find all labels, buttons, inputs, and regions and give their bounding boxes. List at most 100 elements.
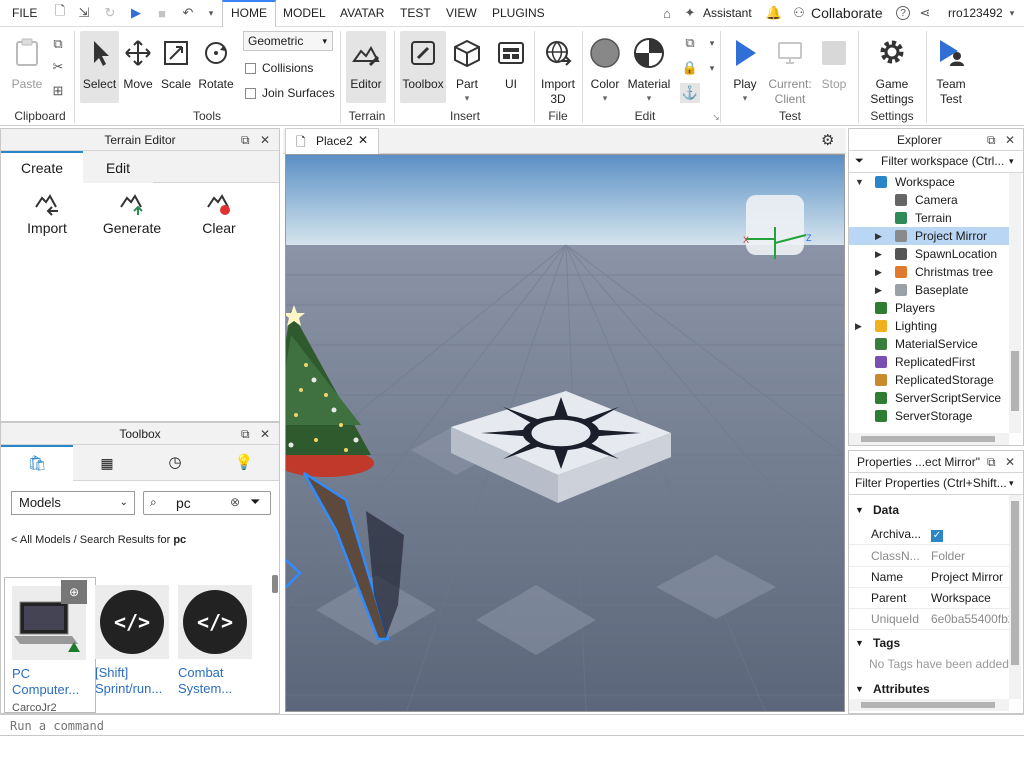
quick-access-dropdown-icon[interactable]: ▾: [203, 5, 219, 21]
cut-icon[interactable]: ✂: [50, 59, 66, 75]
anchor-icon[interactable]: ⚓: [680, 83, 700, 103]
property-archivable[interactable]: Archiva... ✓: [849, 524, 1009, 545]
import-3d-button[interactable]: Import 3D: [538, 31, 578, 106]
paste-button[interactable]: Paste: [8, 31, 46, 103]
breadcrumb[interactable]: < All Models / Search Results for pc: [11, 534, 186, 546]
scale-tool-button[interactable]: Scale: [158, 31, 194, 103]
username-label[interactable]: rro123492: [948, 0, 1003, 27]
tab-place2[interactable]: 🗋 Place2 ✕: [285, 128, 379, 154]
stop-button[interactable]: Stop: [816, 31, 852, 103]
rotate-tool-button[interactable]: Rotate: [197, 31, 235, 103]
command-input[interactable]: [10, 717, 1010, 734]
explorer-item[interactable]: ▶ Project Mirror: [849, 227, 1011, 245]
close-icon[interactable]: ✕: [1005, 455, 1015, 469]
team-test-button[interactable]: Team Test: [930, 31, 972, 106]
tab-view[interactable]: VIEW: [446, 0, 477, 27]
zoom-in-icon[interactable]: ⊕: [61, 580, 87, 604]
select-tool-button[interactable]: Select: [80, 31, 119, 103]
terrain-clear-button[interactable]: Clear: [191, 189, 247, 245]
section-data[interactable]: ▼ Data: [849, 499, 1009, 521]
share-icon[interactable]: ⋖: [917, 5, 933, 21]
chevron-down-icon[interactable]: ▾: [704, 60, 720, 76]
explorer-scrollbar[interactable]: [1009, 173, 1021, 433]
property-name[interactable]: Name Project Mirror: [849, 567, 1009, 588]
open-file-icon[interactable]: ⇲: [76, 5, 92, 21]
assistant-button[interactable]: Assistant: [703, 0, 752, 27]
properties-h-scrollbar[interactable]: [849, 699, 1009, 711]
collisions-toggle[interactable]: Collisions: [245, 61, 313, 75]
help-icon[interactable]: ?: [896, 6, 910, 20]
explorer-item[interactable]: ▶ Lighting: [849, 317, 1011, 335]
explorer-item[interactable]: Terrain: [849, 209, 1011, 227]
tab-model[interactable]: MODEL: [283, 0, 326, 27]
play-button[interactable]: Play ▾: [726, 31, 764, 103]
file-menu[interactable]: FILE: [12, 0, 37, 27]
tab-plugins[interactable]: PLUGINS: [492, 0, 545, 27]
expand-group-icon[interactable]: ↘: [708, 109, 724, 125]
explorer-item[interactable]: ServerStorage: [849, 407, 1011, 425]
duplicate-icon[interactable]: ⊞: [50, 83, 66, 99]
join-surfaces-checkbox[interactable]: [245, 87, 256, 99]
tab-create[interactable]: Create: [1, 151, 83, 183]
game-settings-button[interactable]: Game Settings: [864, 31, 920, 106]
explorer-item[interactable]: MaterialService: [849, 335, 1011, 353]
close-icon[interactable]: ✕: [1005, 133, 1015, 147]
stop-icon[interactable]: ■: [154, 5, 170, 21]
explorer-item[interactable]: ▶ Christmas tree: [849, 263, 1011, 281]
section-tags[interactable]: ▼ Tags: [849, 632, 1009, 654]
account-dropdown-icon[interactable]: ▾: [1004, 5, 1020, 21]
clear-search-icon[interactable]: ⊗: [230, 495, 240, 509]
expand-arrow-icon[interactable]: ▶: [855, 317, 862, 335]
lock-icon[interactable]: 🔒: [682, 60, 698, 76]
recent-tab[interactable]: ◷: [141, 445, 209, 481]
new-file-icon[interactable]: 🗋: [52, 3, 68, 21]
expand-arrow-icon[interactable]: ▶: [875, 281, 882, 299]
color-button[interactable]: Color ▾: [586, 31, 624, 103]
property-classname[interactable]: ClassN... Folder: [849, 546, 1009, 567]
terrain-editor-button[interactable]: Editor: [346, 31, 386, 103]
property-parent[interactable]: Parent Workspace: [849, 588, 1009, 609]
group-icon[interactable]: ⧉: [682, 35, 698, 51]
collisions-checkbox[interactable]: [245, 62, 256, 74]
explorer-item[interactable]: ReplicatedStorage: [849, 371, 1011, 389]
marketplace-tab[interactable]: 🛍: [1, 445, 73, 481]
section-attributes[interactable]: ▼ Attributes: [849, 678, 1009, 700]
tab-edit[interactable]: Edit: [83, 153, 153, 183]
category-dropdown[interactable]: Models ⌄: [11, 491, 135, 515]
explorer-item[interactable]: ReplicatedFirst: [849, 353, 1011, 371]
toolbox-search-input[interactable]: pc: [176, 495, 191, 511]
expand-arrow-icon[interactable]: ▶: [875, 263, 882, 281]
explorer-filter-input[interactable]: ⏷ Filter workspace (Ctrl... ▾: [849, 151, 1023, 173]
material-button[interactable]: Material ▾: [626, 31, 672, 103]
explorer-h-scrollbar[interactable]: [849, 433, 1009, 445]
collaborate-button[interactable]: Collaborate: [811, 0, 883, 27]
explorer-item[interactable]: ServerScriptService: [849, 389, 1011, 407]
creations-tab[interactable]: 💡: [209, 445, 279, 481]
explorer-item[interactable]: ▼ Workspace: [849, 173, 1011, 191]
undock-icon[interactable]: ⧉: [987, 133, 996, 148]
move-tool-button[interactable]: Move: [120, 31, 156, 103]
copy-icon[interactable]: ⧉: [50, 36, 66, 52]
join-surfaces-toggle[interactable]: Join Surfaces: [245, 86, 335, 100]
properties-scrollbar[interactable]: [1009, 495, 1021, 699]
play-icon[interactable]: ▶: [128, 5, 144, 21]
tab-avatar[interactable]: AVATAR: [340, 0, 384, 27]
properties-filter-input[interactable]: Filter Properties (Ctrl+Shift... ▾: [849, 473, 1023, 495]
mode-dropdown[interactable]: Geometric ▾: [243, 31, 333, 51]
toolbox-search-box[interactable]: ⌕ pc ⊗ ⏷: [143, 491, 271, 515]
expand-arrow-icon[interactable]: ▶: [875, 245, 882, 263]
explorer-item[interactable]: ▶ SpawnLocation: [849, 245, 1011, 263]
toolbox-item-card[interactable]: ⊕ PC Computer... CarcoJr2: [4, 577, 96, 713]
toolbox-item-card[interactable]: </> Combat System...: [176, 585, 254, 705]
undo-icon[interactable]: ↶: [180, 5, 196, 21]
expand-arrow-icon[interactable]: ▶: [875, 227, 882, 245]
terrain-import-button[interactable]: Import: [19, 189, 75, 245]
toolbox-scrollbar[interactable]: [272, 575, 278, 593]
current-client-button[interactable]: Current: Client: [766, 31, 814, 106]
explorer-item[interactable]: Camera: [849, 191, 1011, 209]
toolbox-button[interactable]: Toolbox: [400, 31, 446, 103]
viewport-settings-gear-icon[interactable]: ⚙: [821, 131, 834, 149]
inventory-tab[interactable]: ▦: [73, 445, 141, 481]
undock-icon[interactable]: ⧉: [987, 455, 996, 470]
collapse-arrow-icon[interactable]: ▼: [855, 173, 864, 191]
